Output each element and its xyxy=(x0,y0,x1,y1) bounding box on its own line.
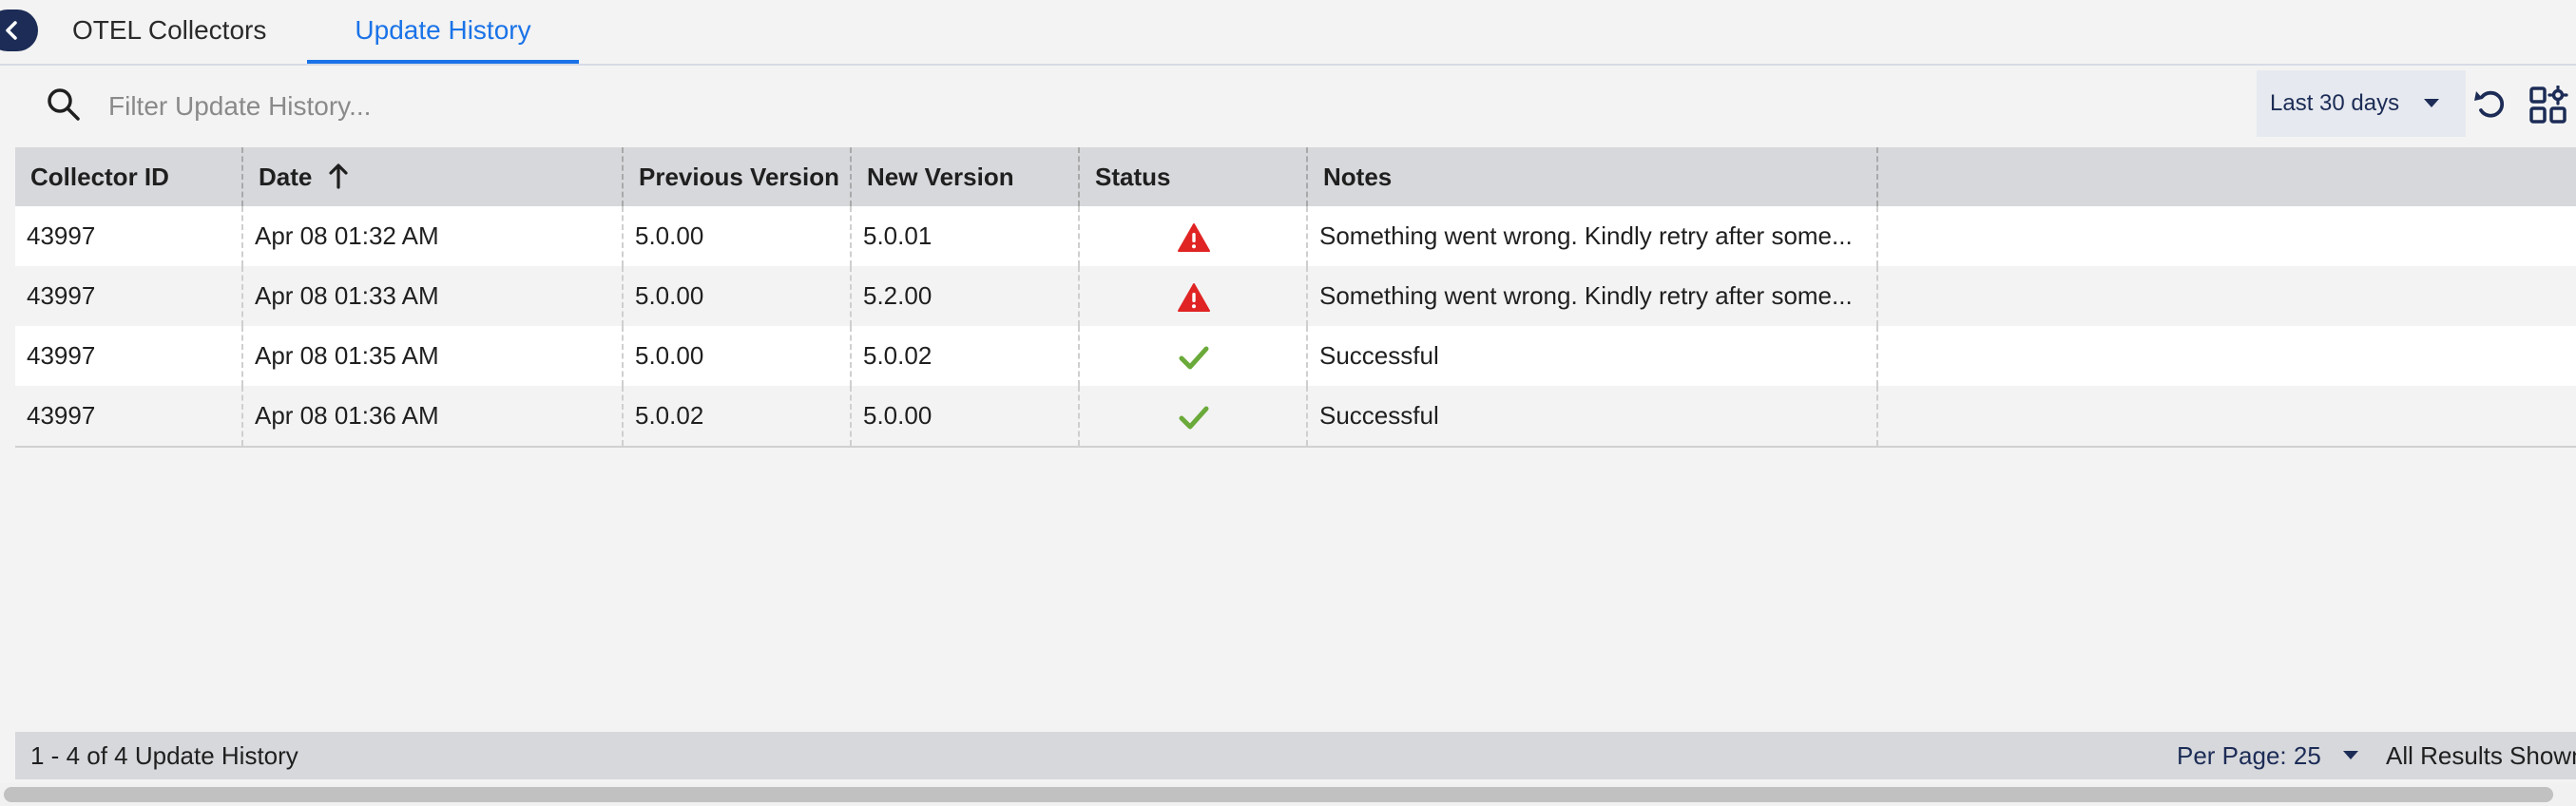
column-header-collector-id[interactable]: Collector ID xyxy=(15,147,243,206)
cell-date: Apr 08 01:35 AM xyxy=(255,341,439,370)
column-divider xyxy=(1306,206,1308,266)
column-divider xyxy=(850,206,852,266)
column-divider xyxy=(241,206,243,266)
chevron-left-icon xyxy=(6,21,17,40)
column-divider xyxy=(1306,326,1308,386)
column-divider xyxy=(850,266,852,326)
caret-down-icon[interactable] xyxy=(2343,751,2358,759)
cell-collector-id: 43997 xyxy=(27,281,96,310)
column-divider xyxy=(241,266,243,326)
sort-ascending-icon xyxy=(328,163,348,189)
cell-notes: Successful xyxy=(1319,401,1439,430)
cell-new-version: 5.2.00 xyxy=(863,281,932,310)
warning-icon xyxy=(1178,223,1210,253)
column-divider xyxy=(850,326,852,386)
table-divider xyxy=(15,446,2576,448)
column-divider xyxy=(1876,326,1878,386)
cell-collector-id: 43997 xyxy=(27,401,96,430)
column-divider xyxy=(1876,206,1878,266)
horizontal-scrollbar[interactable] xyxy=(0,783,2576,806)
tab-otel-collectors[interactable]: OTEL Collectors xyxy=(72,0,266,64)
column-header-notes[interactable]: Notes xyxy=(1308,147,1878,206)
date-range-label: Last 30 days xyxy=(2270,90,2400,116)
table-footer: 1 - 4 of 4 Update History Per Page: 25 A… xyxy=(15,732,2576,779)
column-header-label: New Version xyxy=(867,163,1014,191)
column-divider xyxy=(622,266,624,326)
table-row[interactable]: 43997 Apr 08 01:32 AM 5.0.00 5.0.01 Somethin… xyxy=(15,206,2576,266)
column-divider xyxy=(1078,326,1080,386)
back-button[interactable] xyxy=(0,10,38,51)
column-header-status[interactable]: Status xyxy=(1080,147,1308,206)
column-divider xyxy=(1078,206,1080,266)
tab-bar: OTEL Collectors Update History xyxy=(0,0,2576,66)
cell-previous-version: 5.0.02 xyxy=(635,401,704,430)
column-divider xyxy=(1876,386,1878,446)
all-results-label: All Results Shown xyxy=(2386,741,2576,770)
cell-previous-version: 5.0.00 xyxy=(635,281,704,310)
column-divider xyxy=(850,386,852,446)
cell-collector-id: 43997 xyxy=(27,341,96,370)
column-header-label: Previous Version xyxy=(639,163,839,191)
status-cell xyxy=(1080,206,1308,266)
column-header-new-version[interactable]: New Version xyxy=(852,147,1080,206)
cell-collector-id: 43997 xyxy=(27,221,96,250)
search-icon xyxy=(48,88,80,121)
status-cell xyxy=(1080,326,1308,386)
column-header-label: Notes xyxy=(1323,163,1393,191)
checkmark-icon xyxy=(1179,406,1209,430)
cell-new-version: 5.0.00 xyxy=(863,401,932,430)
cell-notes: Something went wrong. Kindly retry after… xyxy=(1319,281,1853,310)
table-header: Collector ID Date Previous Version New V… xyxy=(15,147,2576,206)
column-header-label: Collector ID xyxy=(30,163,169,191)
column-header-label: Status xyxy=(1095,163,1171,191)
caret-down-icon xyxy=(2424,99,2439,107)
cell-previous-version: 5.0.00 xyxy=(635,341,704,370)
column-divider xyxy=(1876,266,1878,326)
cell-previous-version: 5.0.00 xyxy=(635,221,704,250)
table-row[interactable]: 43997 Apr 08 01:36 AM 5.0.02 5.0.00 Successf… xyxy=(15,386,2576,446)
column-divider xyxy=(622,206,624,266)
table-row[interactable]: 43997 Apr 08 01:35 AM 5.0.00 5.0.02 Successf… xyxy=(15,326,2576,386)
column-header-previous-version[interactable]: Previous Version xyxy=(624,147,852,206)
cell-new-version: 5.0.01 xyxy=(863,221,932,250)
column-divider xyxy=(1306,266,1308,326)
warning-icon xyxy=(1178,283,1210,313)
column-divider xyxy=(1078,266,1080,326)
column-header-date[interactable]: Date xyxy=(243,147,624,206)
cell-date: Apr 08 01:36 AM xyxy=(255,401,439,430)
cell-notes: Successful xyxy=(1319,341,1439,370)
result-count: 1 - 4 of 4 Update History xyxy=(30,741,298,770)
checkmark-icon xyxy=(1179,346,1209,370)
column-settings-icon[interactable] xyxy=(2528,86,2568,125)
status-cell xyxy=(1080,266,1308,326)
column-divider xyxy=(241,386,243,446)
column-divider xyxy=(241,326,243,386)
column-divider xyxy=(1306,386,1308,446)
refresh-icon[interactable] xyxy=(2473,87,2509,122)
search-input[interactable] xyxy=(106,84,1346,129)
tab-update-history[interactable]: Update History xyxy=(307,0,579,64)
per-page-select[interactable]: Per Page: 25 xyxy=(2177,732,2321,779)
cell-date: Apr 08 01:32 AM xyxy=(255,221,439,250)
cell-date: Apr 08 01:33 AM xyxy=(255,281,439,310)
status-cell xyxy=(1080,386,1308,446)
column-divider xyxy=(1078,386,1080,446)
table-row[interactable]: 43997 Apr 08 01:33 AM 5.0.00 5.2.00 Somethin… xyxy=(15,266,2576,326)
column-divider xyxy=(622,386,624,446)
cell-notes: Something went wrong. Kindly retry after… xyxy=(1319,221,1853,250)
scrollbar-thumb[interactable] xyxy=(4,787,2553,802)
date-range-select[interactable]: Last 30 days xyxy=(2257,70,2466,137)
cell-new-version: 5.0.02 xyxy=(863,341,932,370)
column-divider xyxy=(622,326,624,386)
column-header-label: Date xyxy=(259,163,313,191)
